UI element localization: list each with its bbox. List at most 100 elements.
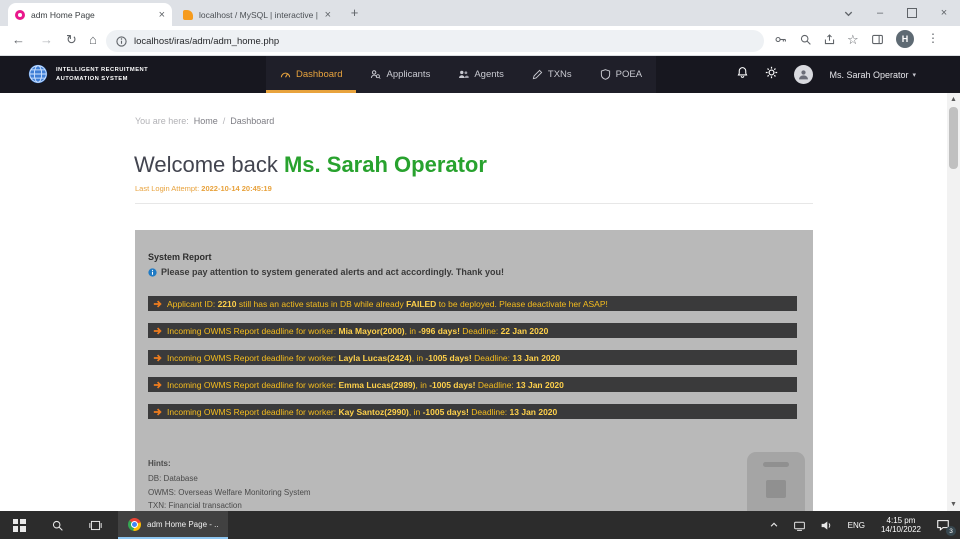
user-name-text: Ms. Sarah Operator [829, 70, 908, 80]
nav-item-agents[interactable]: Agents [444, 56, 518, 93]
password-key-icon[interactable] [774, 33, 787, 51]
alert-segment: still has an active status in DB while a… [236, 299, 406, 309]
alert-segment: Incoming OWMS Report deadline for worker… [167, 407, 338, 417]
nav-label: POEA [616, 69, 642, 80]
browser-menu-icon[interactable]: ⋮ [927, 32, 939, 45]
breadcrumb-separator: / [223, 116, 226, 126]
alert-segment: Incoming OWMS Report deadline for worker… [167, 326, 338, 336]
action-center-icon[interactable]: 3 [929, 511, 960, 539]
breadcrumb: You are here: Home / Dashboard [135, 116, 274, 126]
alert-segment: 13 Jan 2020 [516, 380, 564, 390]
last-login-label: Last Login Attempt: [135, 184, 201, 193]
alert-row: Incoming OWMS Report deadline for worker… [148, 377, 797, 392]
arrow-right-icon [153, 353, 163, 363]
logo-line-1: INTELLIGENT RECRUITMENT [56, 66, 148, 75]
alert-segment: , in [409, 407, 423, 417]
maximize-button[interactable] [896, 0, 928, 26]
scroll-up-icon[interactable]: ▲ [947, 93, 960, 106]
browser-tab-bar: adm Home Page × localhost / MySQL | inte… [0, 0, 960, 26]
scrollbar-thumb[interactable] [949, 107, 958, 169]
alert-segment: 13 Jan 2020 [510, 407, 558, 417]
tab-adm-home[interactable]: adm Home Page × [8, 3, 172, 26]
report-notice: Please pay attention to system generated… [148, 267, 504, 277]
nav-item-txns[interactable]: TXNs [518, 56, 586, 93]
new-tab-button[interactable]: + [347, 6, 362, 21]
language-indicator[interactable]: ENG [840, 521, 873, 530]
alert-segment: Deadline: [472, 353, 513, 363]
divider [135, 203, 813, 204]
applicant-search-icon [370, 69, 381, 80]
breadcrumb-current: Dashboard [230, 116, 274, 126]
url-text: localhost/iras/adm/adm_home.php [134, 36, 279, 47]
zoom-search-icon[interactable] [799, 33, 812, 51]
browser-profile-avatar[interactable]: H [896, 30, 914, 48]
window-controls: – × [832, 0, 960, 26]
minimize-button[interactable]: – [864, 0, 896, 26]
user-menu[interactable]: Ms. Sarah Operator ▾ [829, 70, 916, 80]
share-icon[interactable] [823, 33, 836, 51]
notification-badge: 3 [946, 526, 956, 536]
system-report-panel: System Report Please pay attention to sy… [135, 230, 813, 511]
breadcrumb-home-link[interactable]: Home [194, 116, 218, 126]
maximize-icon [907, 8, 917, 18]
system-tray: ENG 4:15 pm 14/10/2022 3 [762, 511, 960, 539]
globe-logo-icon [27, 63, 49, 90]
tab-title: localhost / MySQL | interactive | [199, 10, 321, 20]
alert-text: Incoming OWMS Report deadline for worker… [167, 353, 560, 363]
alert-segment: -996 days! [418, 326, 460, 336]
taskbar-clock[interactable]: 4:15 pm 14/10/2022 [873, 516, 929, 535]
alert-segment: Kay Santoz(2990) [338, 407, 408, 417]
nav-item-poea[interactable]: POEA [586, 56, 656, 93]
home-icon[interactable]: ⌂ [89, 33, 97, 46]
nav-item-dashboard[interactable]: Dashboard [266, 56, 356, 93]
hidden-icons-chevron-icon[interactable] [762, 511, 786, 539]
alert-row: Incoming OWMS Report deadline for worker… [148, 350, 797, 365]
user-avatar[interactable] [794, 65, 813, 84]
alert-segment: 22 Jan 2020 [501, 326, 549, 336]
app-navbar: INTELLIGENT RECRUITMENT AUTOMATION SYSTE… [0, 56, 960, 93]
taskbar-search-icon[interactable] [38, 511, 76, 539]
alerts-list: Applicant ID: 2210 still has an active s… [148, 296, 797, 431]
settings-gear-icon[interactable] [765, 66, 778, 84]
tab-search-chevron-icon[interactable] [832, 0, 864, 26]
network-icon[interactable] [786, 511, 813, 539]
volume-icon[interactable] [813, 511, 840, 539]
start-button[interactable] [0, 511, 38, 539]
txn-pencil-icon [532, 69, 543, 80]
last-login-value: 2022-10-14 20:45:19 [201, 184, 271, 193]
nav-label: Agents [474, 69, 504, 80]
page-scrollbar[interactable]: ▲ ▼ [947, 93, 960, 511]
notifications-bell-icon[interactable] [736, 66, 749, 84]
alert-segment: Emma Lucas(2989) [338, 380, 415, 390]
task-view-icon[interactable] [76, 511, 114, 539]
nav-item-applicants[interactable]: Applicants [356, 56, 444, 93]
tab-close-icon[interactable]: × [159, 10, 165, 20]
side-panel-icon[interactable] [871, 33, 884, 51]
windows-taskbar: adm Home Page - ... ENG 4:15 pm 14/10/20… [0, 511, 960, 539]
hints-section: Hints: DB: Database OWMS: Overseas Welfa… [148, 459, 311, 511]
close-window-button[interactable]: × [928, 0, 960, 26]
agents-people-icon [458, 69, 469, 80]
hint-line: DB: Database [148, 472, 311, 486]
phpmyadmin-favicon [183, 10, 193, 20]
refresh-icon[interactable]: ↻ [66, 33, 77, 46]
tab-close-icon[interactable]: × [325, 10, 331, 20]
phone-watermark-icon [747, 452, 805, 511]
scroll-down-icon[interactable]: ▼ [947, 498, 960, 511]
forward-icon[interactable]: → [40, 33, 53, 46]
taskbar-chrome-window[interactable]: adm Home Page - ... [118, 511, 228, 539]
report-notice-text: Please pay attention to system generated… [161, 267, 504, 277]
taskbar-window-title: adm Home Page - ... [147, 520, 218, 529]
bookmark-star-icon[interactable]: ☆ [847, 33, 859, 46]
back-icon[interactable]: ← [12, 33, 25, 46]
breadcrumb-prefix: You are here: [135, 116, 189, 126]
hint-line: TXN: Financial transaction [148, 499, 311, 511]
hints-title: Hints: [148, 459, 311, 468]
arrow-right-icon [153, 380, 163, 390]
site-info-icon[interactable] [116, 36, 127, 47]
address-bar[interactable]: localhost/iras/adm/adm_home.php [106, 30, 764, 52]
screen: adm Home Page × localhost / MySQL | inte… [0, 0, 960, 539]
adm-favicon [15, 10, 25, 20]
nav-label: Dashboard [296, 69, 342, 80]
tab-mysql[interactable]: localhost / MySQL | interactive | × [176, 3, 338, 26]
